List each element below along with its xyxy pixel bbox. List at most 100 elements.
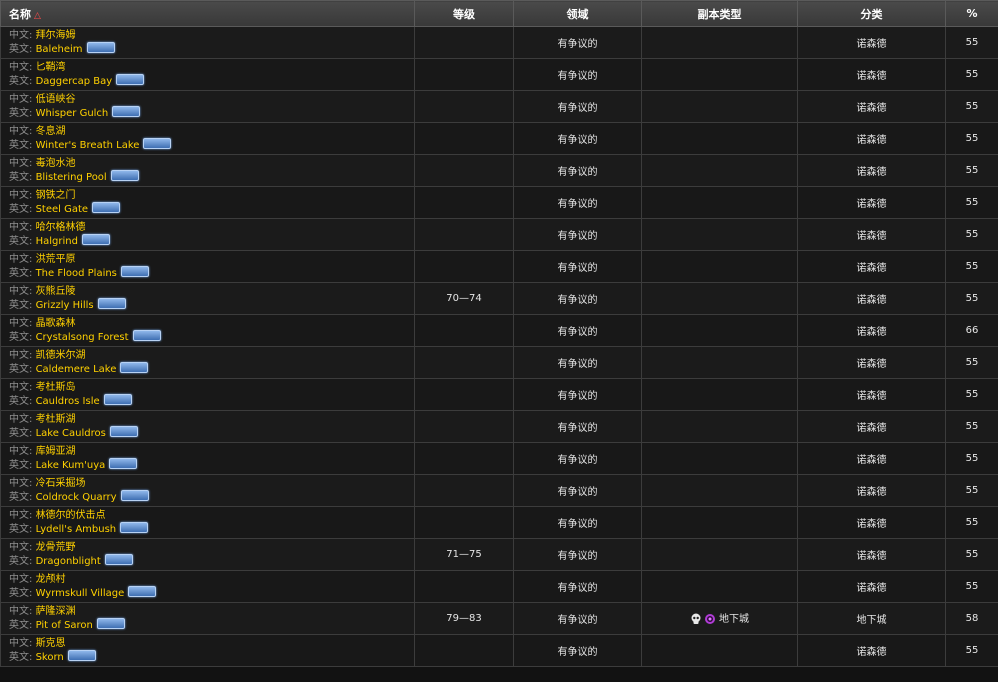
zone-link-en[interactable]: Daggercap Bay — [36, 76, 113, 87]
percent-cell: 55 — [945, 26, 998, 59]
zone-link-en[interactable]: Steel Gate — [36, 204, 88, 215]
zh-label: 中文: — [9, 286, 33, 297]
en-name-line: 英文: Cauldros Isle — [9, 394, 414, 408]
percent-cell: 55 — [945, 410, 998, 443]
zh-name-line: 中文: 洪荒平原 — [9, 253, 414, 266]
territory-cell: 有争议的 — [513, 570, 642, 603]
zone-link-zh[interactable]: 毒泡水池 — [36, 158, 76, 169]
zone-link-zh[interactable]: 考杜斯岛 — [36, 382, 76, 393]
zh-name-line: 中文: 拜尔海姆 — [9, 29, 414, 42]
zone-link-zh[interactable]: 哈尔格林德 — [36, 222, 86, 233]
zone-link-zh[interactable]: 低语峡谷 — [36, 94, 76, 105]
name-cell: 中文: 凯德米尔湖 英文: Caldemere Lake — [0, 346, 415, 379]
name-cell: 中文: 低语峡谷 英文: Whisper Gulch — [0, 90, 415, 123]
category-cell: 诺森德 — [797, 58, 946, 91]
zone-link-en[interactable]: Grizzly Hills — [36, 300, 94, 311]
percent-cell: 55 — [945, 218, 998, 251]
zone-link-en[interactable]: Skorn — [36, 652, 64, 663]
zh-name-line: 中文: 哈尔格林德 — [9, 221, 414, 234]
zone-link-en[interactable]: Crystalsong Forest — [36, 332, 129, 343]
zone-link-en[interactable]: Coldrock Quarry — [36, 492, 117, 503]
en-label: 英文: — [9, 556, 33, 567]
level-cell — [414, 250, 514, 283]
zone-link-zh[interactable]: 萨隆深渊 — [36, 606, 76, 617]
zh-name-line: 中文: 龙颅村 — [9, 573, 414, 586]
instance-type-cell — [641, 570, 798, 603]
instance-type-cell — [641, 442, 798, 475]
zone-link-zh[interactable]: 斯克恩 — [36, 638, 66, 649]
zone-link-zh[interactable]: 林德尔的伏击点 — [36, 510, 106, 521]
column-header-name[interactable]: 名称 △ — [0, 0, 415, 27]
category-cell: 诺森德 — [797, 346, 946, 379]
zone-link-en[interactable]: The Flood Plains — [36, 268, 117, 279]
territory-cell: 有争议的 — [513, 282, 642, 315]
territory-cell: 有争议的 — [513, 58, 642, 91]
zone-link-en[interactable]: Blistering Pool — [36, 172, 107, 183]
zone-link-en[interactable]: Winter's Breath Lake — [36, 140, 140, 151]
zone-link-zh[interactable]: 灰熊丘陵 — [36, 286, 76, 297]
column-header-territory[interactable]: 领域 — [513, 0, 642, 27]
zone-link-en[interactable]: Lake Cauldros — [36, 428, 106, 439]
en-label: 英文: — [9, 620, 33, 631]
wotlk-expansion-icon — [109, 426, 138, 437]
zone-link-en[interactable]: Caldemere Lake — [36, 364, 117, 375]
en-label: 英文: — [9, 108, 33, 119]
zone-link-zh[interactable]: 考杜斯湖 — [36, 414, 76, 425]
instance-type-cell — [641, 634, 798, 667]
wotlk-expansion-icon — [104, 554, 133, 565]
sort-asc-icon[interactable]: △ — [34, 11, 41, 21]
zh-label: 中文: — [9, 94, 33, 105]
column-header-level[interactable]: 等级 — [414, 0, 514, 27]
zone-link-zh[interactable]: 龙骨荒野 — [36, 542, 76, 553]
category-cell: 诺森德 — [797, 250, 946, 283]
en-label: 英文: — [9, 268, 33, 279]
wotlk-expansion-icon — [132, 330, 161, 341]
zone-link-zh[interactable]: 龙颅村 — [36, 574, 66, 585]
table-row: 中文: 斯克恩 英文: Skorn 有争议的 诺森德 55 — [0, 634, 998, 667]
wotlk-expansion-icon — [120, 522, 149, 533]
zone-link-en[interactable]: Halgrind — [36, 236, 78, 247]
zone-link-zh[interactable]: 凯德米尔湖 — [36, 350, 86, 361]
zone-link-en[interactable]: Wyrmskull Village — [36, 588, 125, 599]
zh-name-line: 中文: 萨隆深渊 — [9, 605, 414, 618]
zone-link-zh[interactable]: 晶歌森林 — [36, 318, 76, 329]
table-row: 中文: 拜尔海姆 英文: Baleheim 有争议的 诺森德 55 — [0, 26, 998, 59]
zone-link-zh[interactable]: 洪荒平原 — [36, 254, 76, 265]
zh-name-line: 中文: 钢铁之门 — [9, 189, 414, 202]
zone-link-zh[interactable]: 钢铁之门 — [36, 190, 76, 201]
zone-link-zh[interactable]: 冷石采掘场 — [36, 478, 86, 489]
zh-label: 中文: — [9, 350, 33, 361]
zone-link-zh[interactable]: 拜尔海姆 — [36, 30, 76, 41]
en-label: 英文: — [9, 76, 33, 87]
wotlk-expansion-icon — [67, 650, 96, 661]
zone-link-zh[interactable]: 匕鞘湾 — [36, 62, 66, 73]
zh-label: 中文: — [9, 254, 33, 265]
zh-name-line: 中文: 匕鞘湾 — [9, 61, 414, 74]
en-label: 英文: — [9, 364, 33, 375]
zone-link-en[interactable]: Cauldros Isle — [36, 396, 100, 407]
wotlk-expansion-icon — [120, 490, 149, 501]
percent-cell: 55 — [945, 346, 998, 379]
zone-link-zh[interactable]: 库姆亚湖 — [36, 446, 76, 457]
level-cell — [414, 378, 514, 411]
percent-cell: 55 — [945, 154, 998, 187]
en-name-line: 英文: Baleheim — [9, 42, 414, 56]
column-header-category[interactable]: 分类 — [797, 0, 946, 27]
column-header-percent[interactable]: % — [945, 0, 998, 27]
zone-link-en[interactable]: Lydell's Ambush — [36, 524, 117, 535]
zh-label: 中文: — [9, 126, 33, 137]
en-name-line: 英文: Halgrind — [9, 234, 414, 248]
wotlk-expansion-icon — [120, 266, 149, 277]
zone-link-en[interactable]: Whisper Gulch — [36, 108, 109, 119]
column-header-instance-type[interactable]: 副本类型 — [641, 0, 798, 27]
wotlk-expansion-icon — [112, 106, 141, 117]
name-cell: 中文: 林德尔的伏击点 英文: Lydell's Ambush — [0, 506, 415, 539]
name-cell: 中文: 哈尔格林德 英文: Halgrind — [0, 218, 415, 251]
wotlk-expansion-icon — [92, 202, 121, 213]
zone-link-en[interactable]: Lake Kum'uya — [36, 460, 106, 471]
zone-link-en[interactable]: Pit of Saron — [36, 620, 93, 631]
zone-link-en[interactable]: Baleheim — [36, 44, 83, 55]
zone-link-zh[interactable]: 冬息湖 — [36, 126, 66, 137]
category-cell: 诺森德 — [797, 634, 946, 667]
zone-link-en[interactable]: Dragonblight — [36, 556, 101, 567]
